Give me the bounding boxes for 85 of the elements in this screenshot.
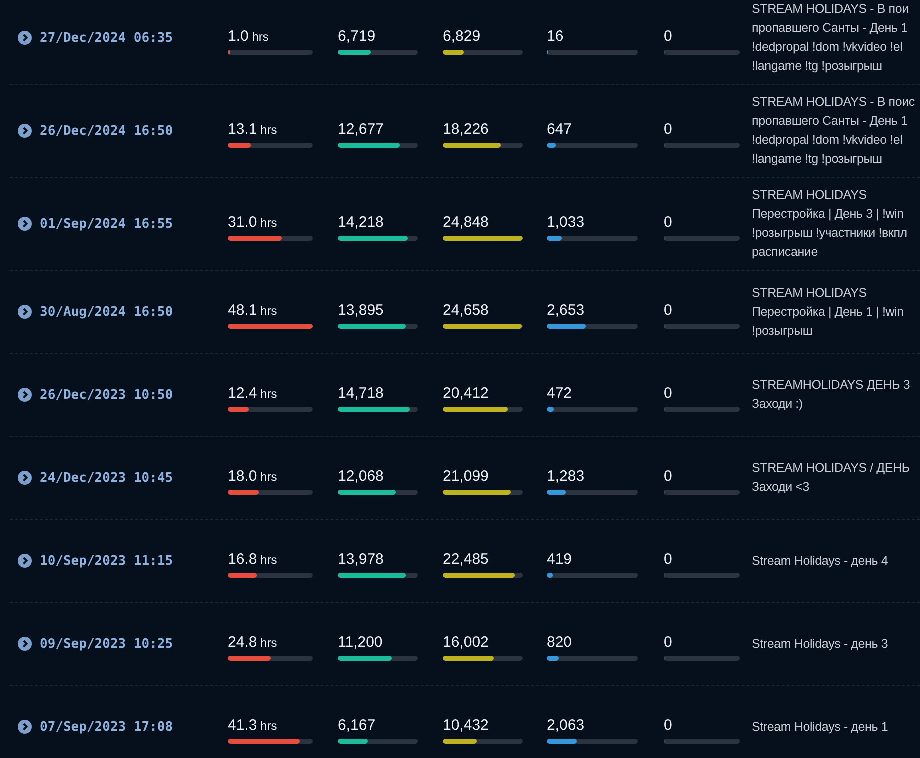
metric-value: 2,653 [547, 302, 586, 320]
stream-title-line: пропавшего Санты - День 1 [752, 20, 909, 37]
expand-icon[interactable] [18, 217, 32, 231]
metric-value: 31.0 hrs [228, 214, 278, 232]
stream-date: 07/Sep/2023 17:08 [40, 720, 174, 734]
metric-value: 13.1 hrs [228, 120, 278, 138]
stream-title-line: Заходи :) [752, 396, 804, 413]
stream-title-line: Заходи <3 [752, 479, 810, 496]
expand-icon[interactable] [18, 471, 32, 485]
stream-title-line: расписание [752, 244, 819, 261]
metric-value: 13,978 [338, 550, 385, 568]
stream-title-line: STREAM HOLIDAYS - В поис [752, 94, 916, 111]
metric-value: 0 [664, 716, 674, 734]
metric-value: 0 [664, 120, 674, 138]
metric-value: 20,412 [443, 384, 490, 402]
stream-date: 30/Aug/2024 16:50 [40, 304, 174, 320]
metric-value: 1,283 [547, 468, 586, 486]
metric-value: 2,063 [547, 716, 586, 734]
stream-title-line: !розыгрыш !участники !вкпл [752, 225, 908, 242]
metric-value: 41.3 hrs [228, 716, 278, 734]
stream-title-line: !dedpropal !dom !vkvideo !el [752, 132, 904, 149]
expand-icon[interactable] [18, 388, 32, 402]
stream-date: 27/Dec/2024 06:35 [40, 30, 174, 46]
metric-value: 820 [547, 634, 574, 652]
metric-value: 18,226 [443, 120, 490, 138]
metric-value: 6,167 [338, 716, 377, 734]
expand-icon[interactable] [18, 554, 32, 568]
metric-value: 1.0 hrs [228, 28, 270, 46]
stream-title-line: пропавшего Санты - День 1 [752, 113, 909, 130]
stream-date: 09/Sep/2023 10:25 [40, 636, 174, 652]
metric-value: 0 [664, 384, 674, 402]
metric-value: 13,895 [338, 302, 385, 320]
metric-value: 0 [664, 468, 674, 486]
stream-title-line: STREAM HOLIDAYS [752, 187, 868, 204]
stream-title-line: !dedpropal !dom !vkvideo !el [752, 39, 904, 56]
metric-value: 18.0 hrs [228, 468, 278, 486]
stream-title-line: STREAM HOLIDAYS - В пои [752, 1, 910, 18]
stream-date: 01/Sep/2024 16:55 [40, 216, 174, 232]
stream-date: 10/Sep/2023 11:15 [40, 554, 174, 568]
metric-value: 647 [547, 120, 574, 138]
stream-title-line: Stream Holidays - день 3 [752, 636, 890, 653]
expand-icon[interactable] [18, 720, 32, 734]
metric-value: 48.1 hrs [228, 302, 278, 320]
metric-value: 6,829 [443, 28, 482, 46]
metric-value: 0 [664, 214, 674, 232]
stream-date: 26/Dec/2024 16:50 [40, 124, 174, 138]
metric-value: 16.8 hrs [228, 550, 278, 568]
metric-value: 0 [664, 550, 674, 568]
stream-title-line: STREAMHOLIDAYS ДЕНЬ 3 [752, 377, 912, 394]
metric-value: 10,432 [443, 716, 490, 734]
metric-value: 12.4 hrs [228, 384, 278, 402]
stream-title-line: !langame !tg !розыгрыш [752, 58, 884, 75]
metric-value: 0 [664, 634, 674, 652]
stream-title-line: Stream Holidays - день 1 [752, 718, 890, 736]
stream-date: 24/Dec/2023 10:45 [40, 470, 174, 486]
metric-value: 11,200 [338, 634, 384, 652]
stream-title-line: Stream Holidays - день 4 [752, 552, 890, 570]
expand-icon[interactable] [18, 31, 32, 45]
stream-title-line: STREAM HOLIDAYS [752, 284, 868, 302]
metric-value: 24,658 [443, 302, 490, 320]
metric-value: 24.8 hrs [228, 634, 278, 652]
stream-date: 26/Dec/2023 10:50 [40, 388, 174, 402]
metric-value: 1,033 [547, 214, 586, 232]
stream-title-line: !langame !tg !розыгрыш [752, 151, 884, 168]
stream-title-line: STREAM HOLIDAYS / ДЕНЬ [752, 460, 911, 477]
metric-value: 14,718 [338, 384, 385, 402]
expand-icon[interactable] [18, 305, 32, 319]
metric-value: 0 [664, 302, 674, 320]
metric-value: 12,068 [338, 468, 385, 486]
metric-value: 16 [547, 28, 565, 46]
expand-icon[interactable] [18, 124, 32, 138]
metric-value: 12,677 [338, 120, 385, 138]
metric-value: 472 [547, 384, 574, 402]
stream-title-line: !розыгрыш [752, 322, 814, 340]
stream-title-line: Перестройка | День 3 | !win [752, 206, 905, 223]
metric-value: 14,218 [338, 214, 385, 232]
metric-value: 21,099 [443, 468, 490, 486]
stream-title-line: Перестройка | День 1 | !win [752, 304, 905, 321]
metric-value: 24,848 [443, 214, 490, 232]
metric-value: 419 [547, 550, 574, 568]
metric-value: 16,002 [443, 634, 490, 652]
metric-value: 0 [664, 28, 674, 46]
metric-value: 6,719 [338, 28, 377, 46]
metric-value: 22,485 [443, 550, 490, 568]
expand-icon[interactable] [18, 637, 32, 651]
